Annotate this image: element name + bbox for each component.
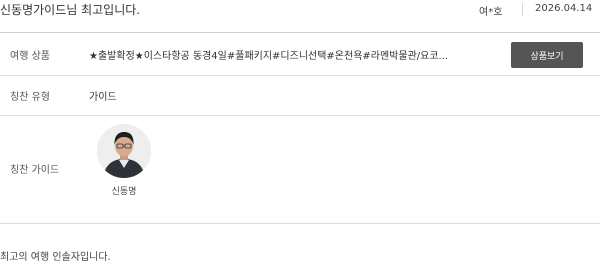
review-comment: 최고의 여행 인솔자입니다. xyxy=(0,252,111,263)
praise-guide-label: 칭찬 가이드 xyxy=(10,165,60,176)
praise-type-value: 가이드 xyxy=(89,92,117,103)
praise-type-label: 칭찬 유형 xyxy=(10,92,50,103)
praise-type-row: 칭찬 유형 가이드 xyxy=(0,75,600,116)
review-title: 신동명가이드님 최고입니다. xyxy=(0,3,141,17)
review-date: 2026.04.14 xyxy=(535,3,593,14)
review-author: 여*호 xyxy=(479,7,503,18)
product-row: 여행 상품 ★출발확정★이스타항공 동경4일#풀패키지#디즈니선택#온천욕#라멘… xyxy=(0,33,600,76)
guide-portrait-icon xyxy=(97,124,151,178)
guide-name: 신동명 xyxy=(111,187,137,197)
product-name: ★출발확정★이스타항공 동경4일#풀패키지#디즈니선택#온천욕#라멘박물관/요코… xyxy=(89,51,449,62)
guide-avatar xyxy=(97,124,151,178)
review-header: 신동명가이드님 최고입니다. 여*호 2026.04.14 xyxy=(0,0,600,22)
header-divider xyxy=(522,3,523,16)
view-product-button[interactable]: 상품보기 xyxy=(511,42,583,68)
product-label: 여행 상품 xyxy=(10,51,50,62)
praise-guide-row: 칭찬 가이드 신동명 xyxy=(0,115,600,222)
review-info-table: 여행 상품 ★출발확정★이스타항공 동경4일#풀패키지#디즈니선택#온천욕#라멘… xyxy=(0,32,600,224)
